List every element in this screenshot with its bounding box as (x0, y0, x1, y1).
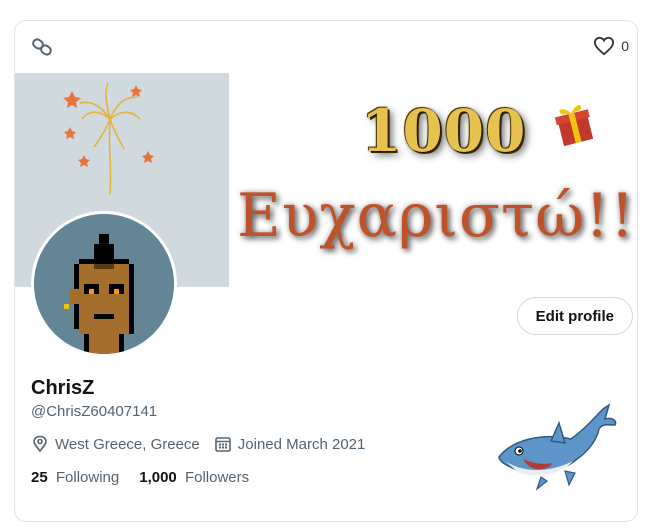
profile-meta: West Greece, Greece Joined March 2021 (31, 435, 379, 453)
card-top-bar: 0 (15, 21, 637, 73)
fireworks-icon (63, 82, 154, 195)
banner-title-number: 1000 (361, 97, 527, 165)
joined-text: Joined March 2021 (237, 435, 366, 453)
profile-card: 0 1000 Ευχαριστώ!!! Edit profile ChrisZ … (14, 20, 638, 522)
calendar-icon (214, 437, 231, 452)
following-link[interactable]: 25 Following (31, 469, 119, 486)
shark-icon (498, 403, 617, 491)
followers-count: 1,000 (139, 469, 177, 486)
like-count: 0 (621, 38, 629, 54)
banner-title-thanks: Ευχαριστώ!!! (237, 181, 637, 251)
avatar-image (34, 214, 174, 354)
punk-avatar-icon (34, 214, 174, 354)
follow-stats: 25 Following 1,000 Followers (31, 469, 269, 486)
followers-label: Followers (184, 469, 250, 486)
chain-link-icon[interactable] (31, 37, 53, 57)
location-item: West Greece, Greece (31, 435, 200, 453)
profile-handle[interactable]: @ChrisZ60407141 (31, 403, 157, 420)
location-pin-icon (33, 435, 47, 453)
avatar[interactable] (31, 211, 177, 357)
joined-item: Joined March 2021 (214, 435, 366, 453)
followers-link[interactable]: 1,000 Followers (139, 469, 249, 486)
heart-icon[interactable] (593, 36, 615, 56)
location-text: West Greece, Greece (55, 435, 200, 453)
gift-icon (554, 105, 594, 147)
profile-name: ChrisZ (31, 377, 95, 399)
following-count: 25 (31, 469, 48, 486)
following-label: Following (55, 469, 120, 486)
like-control[interactable]: 0 (593, 36, 629, 56)
edit-profile-button[interactable]: Edit profile (516, 297, 633, 335)
